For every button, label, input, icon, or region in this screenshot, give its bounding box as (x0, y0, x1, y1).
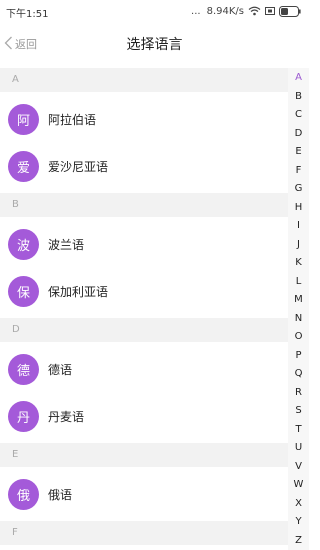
language-name: 波兰语 (48, 237, 85, 252)
sim-icon (265, 6, 275, 16)
status-time: 下午1:51 (6, 9, 49, 20)
language-name: 德语 (48, 362, 73, 377)
language-name: 俄语 (48, 487, 73, 502)
index-letter-d[interactable]: D (288, 128, 309, 140)
language-avatar: 俄 (8, 478, 39, 510)
index-letter-q[interactable]: Q (288, 368, 309, 380)
battery-icon (279, 5, 301, 17)
language-item-russian[interactable]: 俄 俄语 (0, 474, 288, 514)
section-header-f: F (0, 521, 288, 545)
index-letter-z[interactable]: Z (288, 535, 309, 547)
index-letter-c[interactable]: C (288, 109, 309, 121)
status-bar: 下午1:51 ... 8.94K/s (0, 0, 309, 24)
language-avatar: 德 (8, 353, 39, 385)
language-name: 爱沙尼亚语 (48, 159, 109, 174)
index-letter-t[interactable]: T (288, 424, 309, 436)
index-letter-i[interactable]: I (288, 220, 309, 232)
nav-bar: 返回 选择语言 (0, 24, 309, 64)
language-avatar: 保 (8, 275, 39, 307)
index-letter-o[interactable]: O (288, 331, 309, 343)
language-item-german[interactable]: 德 德语 (0, 349, 288, 389)
language-avatar: 丹 (8, 400, 39, 432)
language-item-estonian[interactable]: 爱 爱沙尼亚语 (0, 146, 288, 186)
index-letter-l[interactable]: L (288, 276, 309, 288)
language-item-bulgarian[interactable]: 保 保加利亚语 (0, 271, 288, 311)
index-letter-y[interactable]: Y (288, 516, 309, 528)
language-item-danish[interactable]: 丹 丹麦语 (0, 396, 288, 436)
language-name: 丹麦语 (48, 409, 85, 424)
index-letter-u[interactable]: U (288, 442, 309, 454)
index-letter-j[interactable]: J (288, 239, 309, 251)
language-item-polish[interactable]: 波 波兰语 (0, 224, 288, 264)
language-avatar: 爱 (8, 150, 39, 182)
index-letter-e[interactable]: E (288, 146, 309, 158)
index-letter-b[interactable]: B (288, 91, 309, 103)
index-letter-a[interactable]: A (288, 72, 309, 84)
index-letter-f[interactable]: F (288, 165, 309, 177)
section-header-b: B (0, 193, 288, 217)
alphabet-index[interactable]: ABCDEFGHIJKLMNOPQRSTUVWXYZ (288, 68, 309, 550)
index-letter-w[interactable]: W (288, 479, 309, 491)
index-letter-m[interactable]: M (288, 294, 309, 306)
index-letter-x[interactable]: X (288, 498, 309, 510)
index-letter-p[interactable]: P (288, 350, 309, 362)
language-avatar: 波 (8, 228, 39, 260)
language-list: A 阿 阿拉伯语 爱 爱沙尼亚语 B 波 波兰语 保 保加利亚语 D 德 德语 … (0, 68, 288, 545)
status-icons: ... 8.94K/s (191, 4, 301, 18)
index-letter-h[interactable]: H (288, 202, 309, 214)
wifi-icon (248, 6, 261, 16)
index-letter-g[interactable]: G (288, 183, 309, 195)
index-letter-s[interactable]: S (288, 405, 309, 417)
language-name: 阿拉伯语 (48, 112, 97, 127)
language-name: 保加利亚语 (48, 284, 109, 299)
index-letter-v[interactable]: V (288, 461, 309, 473)
section-header-d: D (0, 318, 288, 342)
section-header-e: E (0, 443, 288, 467)
network-speed: 8.94K/s (206, 5, 244, 17)
page-title: 选择语言 (126, 37, 183, 53)
status-dots: ... (191, 5, 201, 17)
language-avatar: 阿 (8, 103, 39, 135)
section-header-a: A (0, 68, 288, 92)
index-letter-n[interactable]: N (288, 313, 309, 325)
language-item-arabic[interactable]: 阿 阿拉伯语 (0, 99, 288, 139)
index-letter-k[interactable]: K (288, 257, 309, 269)
index-letter-r[interactable]: R (288, 387, 309, 399)
